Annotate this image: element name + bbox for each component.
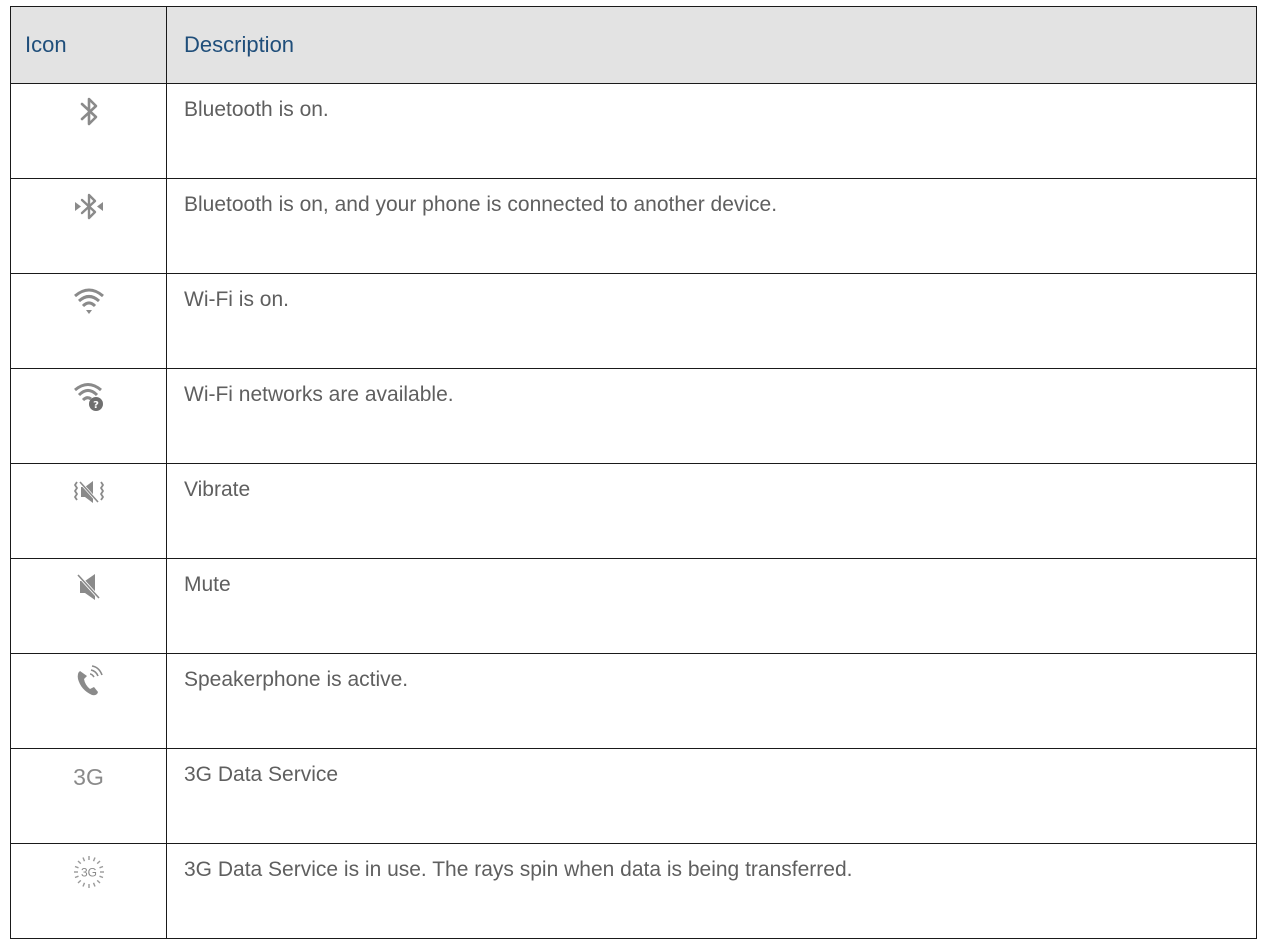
icon-cell <box>10 178 167 274</box>
icon-cell: ? <box>10 368 167 464</box>
icon-cell: 3G <box>10 843 167 939</box>
table-row: ? Wi-Fi networks are available. <box>10 368 1257 464</box>
table-row: 3G 3G Data Service <box>10 748 1257 844</box>
mute-icon <box>71 569 107 605</box>
description-cell: Wi-Fi is on. <box>166 273 1257 369</box>
bluetooth-connected-icon <box>71 189 107 225</box>
wifi-icon <box>71 284 107 320</box>
icon-cell <box>10 273 167 369</box>
table-row: Bluetooth is on. <box>10 83 1257 179</box>
table-row: 3G 3G Data Service is in use. The rays s… <box>10 843 1257 939</box>
svg-text:?: ? <box>93 400 99 411</box>
description-cell: Vibrate <box>166 463 1257 559</box>
header-description: Description <box>166 6 1257 84</box>
wifi-available-icon: ? <box>71 379 107 415</box>
3g-icon: 3G <box>73 764 104 790</box>
description-cell: Mute <box>166 558 1257 654</box>
icon-cell <box>10 653 167 749</box>
bluetooth-icon <box>71 94 107 130</box>
table-row: Bluetooth is on, and your phone is conne… <box>10 178 1257 274</box>
description-cell: Speakerphone is active. <box>166 653 1257 749</box>
description-cell: 3G Data Service is in use. The rays spin… <box>166 843 1257 939</box>
icon-cell <box>10 83 167 179</box>
table-row: Vibrate <box>10 463 1257 559</box>
status-icons-table: Icon Description Bluetooth is on. Blueto… <box>10 6 1257 939</box>
document-page: Icon Description Bluetooth is on. Blueto… <box>0 0 1262 939</box>
icon-cell: 3G <box>10 748 167 844</box>
speakerphone-icon <box>71 664 107 700</box>
table-row: Mute <box>10 558 1257 654</box>
description-cell: Wi-Fi networks are available. <box>166 368 1257 464</box>
table-row: Wi-Fi is on. <box>10 273 1257 369</box>
icon-cell <box>10 463 167 559</box>
3g-in-use-icon: 3G <box>71 854 107 890</box>
description-cell: Bluetooth is on, and your phone is conne… <box>166 178 1257 274</box>
icon-cell <box>10 558 167 654</box>
vibrate-icon <box>71 474 107 510</box>
description-cell: Bluetooth is on. <box>166 83 1257 179</box>
description-cell: 3G Data Service <box>166 748 1257 844</box>
header-icon: Icon <box>10 6 167 84</box>
table-row: Speakerphone is active. <box>10 653 1257 749</box>
3g-in-use-label: 3G <box>80 866 96 880</box>
table-header-row: Icon Description <box>10 6 1257 84</box>
